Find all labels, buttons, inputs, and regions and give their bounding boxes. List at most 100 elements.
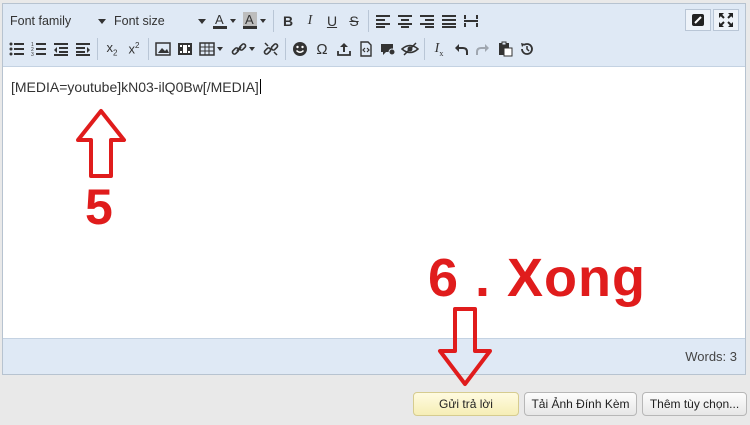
- upload-attachment-button[interactable]: Tải Ảnh Đính Kèm: [524, 392, 637, 416]
- redo-icon: [475, 41, 491, 57]
- align-right-button[interactable]: [416, 10, 438, 32]
- more-options-button[interactable]: Thêm tùy chọn...: [642, 392, 747, 416]
- highlight-color-icon: A: [242, 12, 258, 30]
- svg-text:3: 3: [31, 52, 34, 56]
- toolbar-row-1: Font family Font size A A B I U S: [6, 9, 482, 33]
- strikethrough-button[interactable]: S: [343, 10, 365, 32]
- undo-button[interactable]: [450, 38, 472, 60]
- toolbar-divider: [148, 38, 149, 60]
- strikethrough-icon: S: [349, 13, 359, 29]
- numbered-list-icon: 123: [31, 42, 47, 56]
- upload-button[interactable]: [333, 38, 355, 60]
- horizontal-rule-button[interactable]: [460, 10, 482, 32]
- table-icon: [198, 42, 215, 56]
- link-icon: [231, 41, 247, 57]
- chevron-down-icon: [259, 19, 266, 23]
- insert-image-button[interactable]: [152, 38, 174, 60]
- special-char-button[interactable]: Ω: [311, 38, 333, 60]
- submit-reply-button[interactable]: Gửi trả lời: [413, 392, 519, 416]
- superscript-button[interactable]: x2: [123, 38, 145, 60]
- table-button[interactable]: [196, 38, 228, 60]
- chevron-down-icon: [229, 19, 236, 23]
- align-justify-button[interactable]: [438, 10, 460, 32]
- code-button[interactable]: [355, 38, 377, 60]
- special-char-icon: Ω: [316, 40, 328, 58]
- toolbar-divider: [273, 10, 274, 32]
- bold-button[interactable]: B: [277, 10, 299, 32]
- editor-content-text: [MEDIA=youtube]kN03-ilQ0Bw[/MEDIA]: [11, 79, 259, 95]
- font-size-select[interactable]: Font size: [110, 10, 210, 32]
- fullscreen-button[interactable]: [713, 9, 739, 31]
- chevron-down-icon: [216, 47, 223, 51]
- upload-icon: [336, 41, 352, 57]
- link-button[interactable]: [228, 38, 260, 60]
- annotation-down-arrow: [438, 307, 492, 386]
- unlink-button[interactable]: [260, 38, 282, 60]
- insert-image-icon: [155, 42, 171, 56]
- toolbar-divider: [424, 38, 425, 60]
- word-count: Words: 3: [685, 349, 737, 364]
- bullet-list-icon: [9, 42, 25, 56]
- highlight-color-button[interactable]: A: [240, 10, 270, 32]
- toggle-editor-button[interactable]: [685, 9, 711, 31]
- align-left-icon: [375, 14, 391, 28]
- horizontal-rule-icon: [463, 14, 479, 28]
- code-icon: [358, 41, 374, 57]
- italic-icon: I: [307, 13, 313, 28]
- text-color-button[interactable]: A: [210, 10, 240, 32]
- smiley-icon: [292, 41, 308, 57]
- indent-button[interactable]: [72, 38, 94, 60]
- text-color-icon: A: [212, 12, 228, 30]
- quote-button[interactable]: [377, 38, 399, 60]
- insert-media-button[interactable]: [174, 38, 196, 60]
- redo-button[interactable]: [472, 38, 494, 60]
- bullet-list-button[interactable]: [6, 38, 28, 60]
- align-justify-icon: [441, 14, 457, 28]
- toolbar-divider: [368, 10, 369, 32]
- subscript-button[interactable]: x2: [101, 38, 123, 60]
- paste-icon: [497, 41, 513, 57]
- paste-button[interactable]: [494, 38, 516, 60]
- font-family-select[interactable]: Font family: [6, 10, 110, 32]
- subscript-icon: x2: [106, 40, 118, 58]
- editor-toolbar: Font family Font size A A B I U S 1 2 3 …: [3, 4, 745, 67]
- insert-media-icon: [177, 42, 193, 56]
- chevron-down-icon: [98, 18, 106, 24]
- align-center-button[interactable]: [394, 10, 416, 32]
- toolbar-divider: [97, 38, 98, 60]
- chevron-down-icon: [198, 18, 206, 24]
- annotation-step-5: 5: [85, 179, 113, 235]
- font-family-label: Font family: [10, 14, 72, 28]
- restore-draft-icon: [519, 41, 535, 57]
- annotation-step-6: 6 . Xong: [428, 248, 647, 308]
- toolbar-divider: [285, 38, 286, 60]
- align-right-icon: [419, 14, 435, 28]
- hide-icon: [401, 41, 419, 57]
- unlink-icon: [263, 41, 279, 57]
- numbered-list-button[interactable]: 123: [28, 38, 50, 60]
- toolbar-right-group: [683, 9, 739, 31]
- svg-text:A: A: [245, 12, 254, 27]
- italic-button[interactable]: I: [299, 10, 321, 32]
- smiley-button[interactable]: [289, 38, 311, 60]
- chevron-down-icon: [248, 47, 255, 51]
- indent-icon: [75, 42, 91, 56]
- hide-button[interactable]: [399, 38, 421, 60]
- remove-format-icon: Ix: [434, 40, 444, 58]
- rich-text-editor: Font family Font size A A B I U S 1 2 3 …: [2, 3, 746, 375]
- restore-draft-button[interactable]: [516, 38, 538, 60]
- outdent-icon: [53, 42, 69, 56]
- svg-text:A: A: [215, 12, 224, 27]
- underline-icon: U: [326, 13, 338, 29]
- outdent-button[interactable]: [50, 38, 72, 60]
- toggle-editor-icon: [690, 12, 706, 28]
- font-size-label: Font size: [114, 14, 165, 28]
- superscript-icon: x2: [128, 41, 140, 57]
- remove-format-button[interactable]: Ix: [428, 38, 450, 60]
- undo-icon: [453, 41, 469, 57]
- annotation-up-arrow: [76, 109, 126, 178]
- underline-button[interactable]: U: [321, 10, 343, 32]
- editor-statusbar: Words: 3: [3, 338, 745, 374]
- toolbar-row-2: 123 x2 x2 Ω Ix: [6, 37, 538, 61]
- align-left-button[interactable]: [372, 10, 394, 32]
